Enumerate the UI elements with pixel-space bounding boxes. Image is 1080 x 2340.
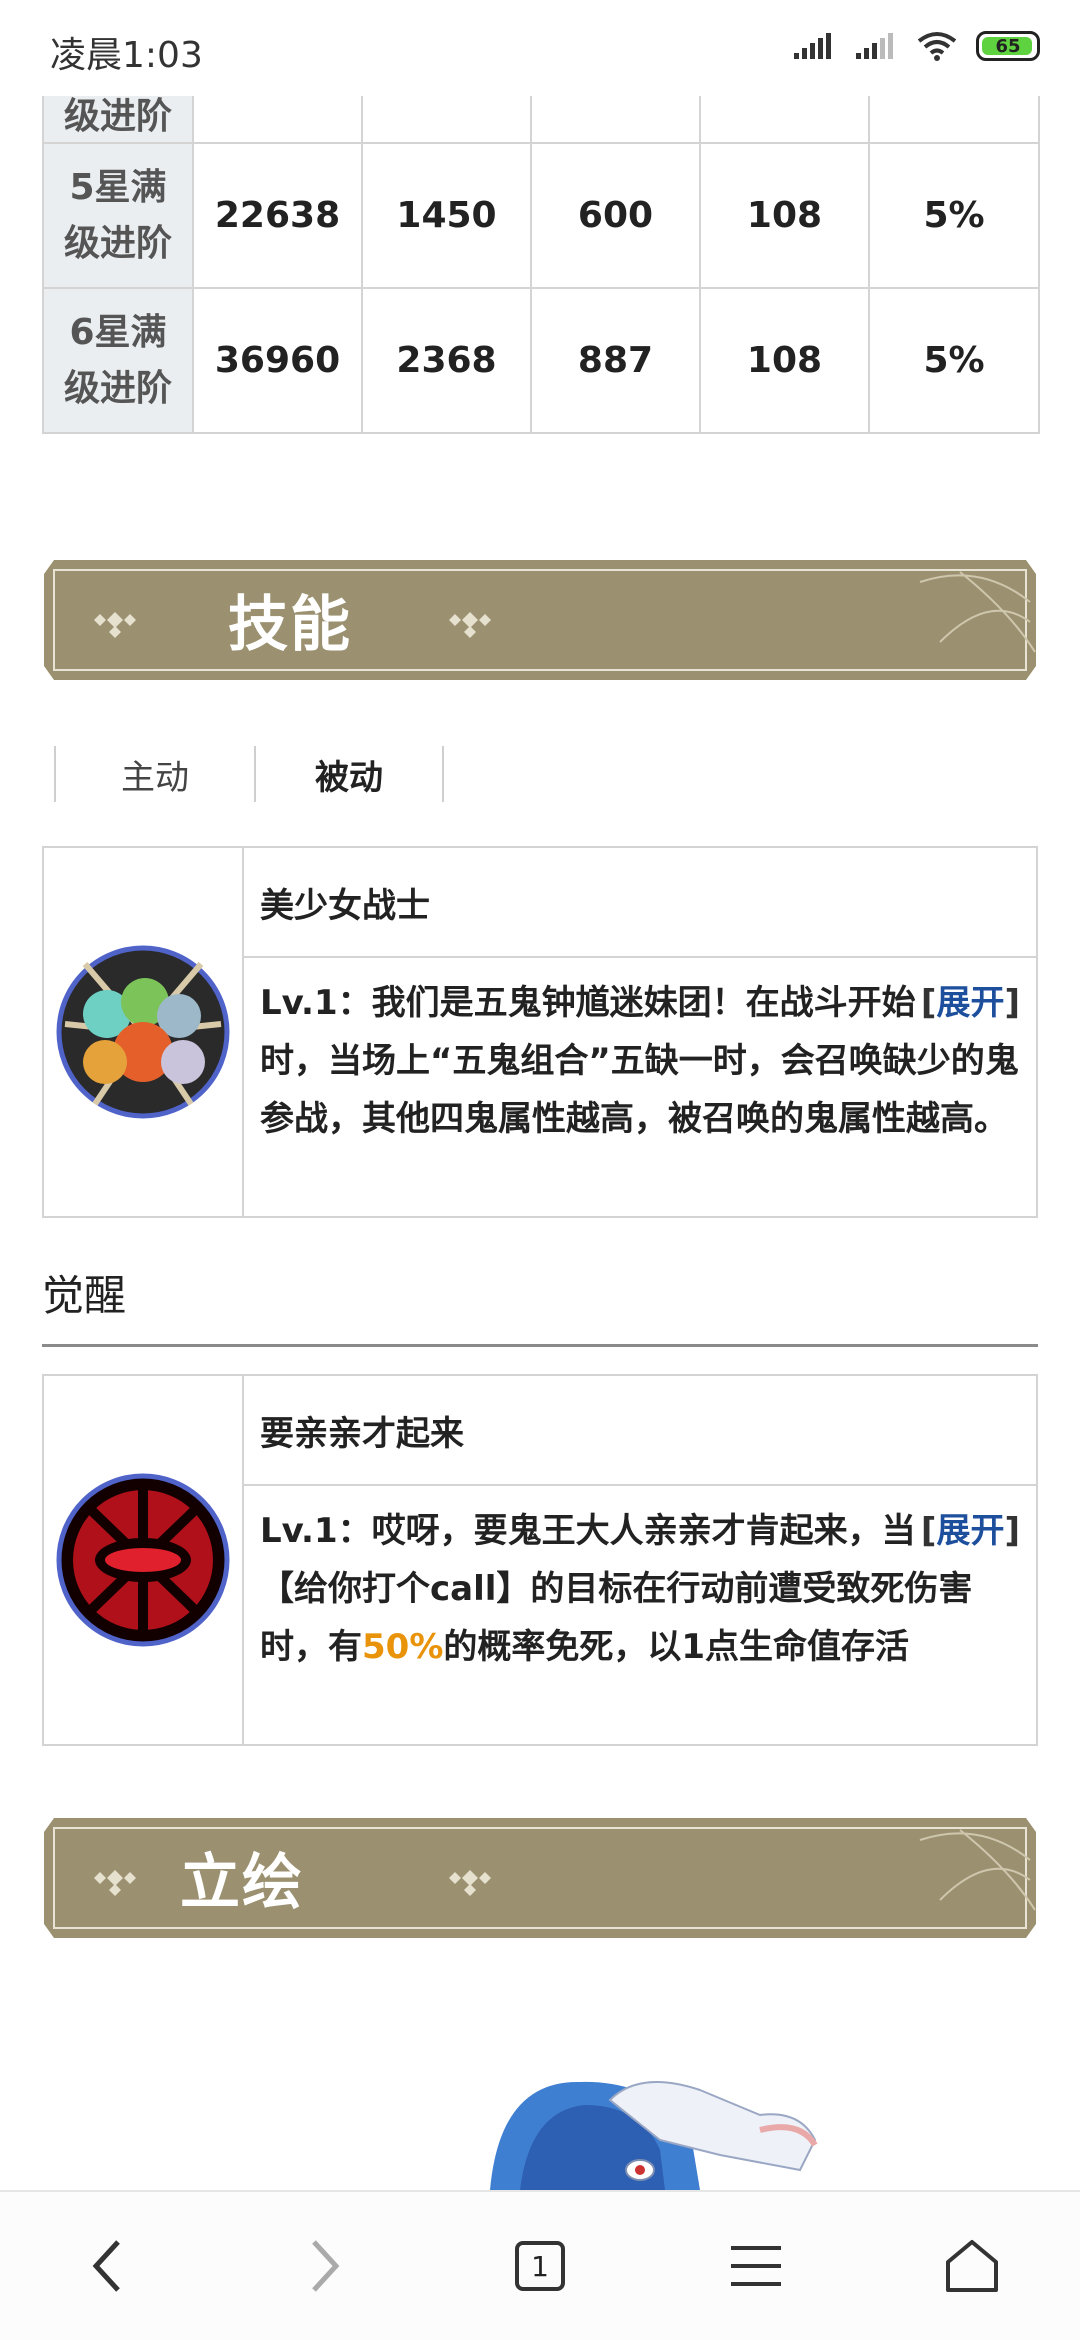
table-cell: 5% (868, 287, 1040, 434)
browser-bottom-nav: 1 (0, 2190, 1080, 2340)
ghost-squad-icon (56, 945, 230, 1119)
expand-link[interactable]: [展开] (921, 1502, 1020, 1560)
awaken-heading: 觉醒 (42, 1271, 127, 1320)
chevron-right-icon (312, 2240, 340, 2292)
skill-card: 美少女战士 [展开] Lv.1：我们是五鬼钟馗迷妹团！在战斗开始时，当场上“五鬼… (42, 846, 1038, 1218)
character-illustration (0, 2060, 1080, 2190)
table-cell: 1450 (361, 142, 532, 289)
signal-icon-secondary (856, 33, 893, 59)
battery-level: 65 (995, 35, 1021, 57)
table-cell: 108 (699, 142, 870, 289)
table-cell: 600 (530, 142, 701, 289)
forward-button[interactable] (269, 2211, 379, 2321)
skill-description: [展开] Lv.1：我们是五鬼钟馗迷妹团！在战斗开始时，当场上“五鬼组合”五缺一… (244, 958, 1036, 1216)
awaken-skill-card: 要亲亲才起来 [展开] Lv.1：哎呀，要鬼王大人亲亲才肯起来，当【给你打个ca… (42, 1374, 1038, 1746)
skill-description: [展开] Lv.1：哎呀，要鬼王大人亲亲才肯起来，当【给你打个call】的目标在… (244, 1486, 1036, 1744)
battery-icon: 65 (976, 31, 1040, 61)
row-label: 5星满 级进阶 (42, 142, 194, 289)
skill-tabs: 主动 被动 (54, 746, 444, 802)
menu-button[interactable] (701, 2211, 811, 2321)
back-button[interactable] (53, 2211, 163, 2321)
tabs-button[interactable]: 1 (485, 2211, 595, 2321)
tab-active-skill[interactable]: 主动 (54, 746, 254, 802)
skill-name: 要亲亲才起来 (244, 1376, 1036, 1486)
signal-icon (794, 33, 831, 59)
home-button[interactable] (917, 2211, 1027, 2321)
row-label: 6星满 级进阶 (42, 287, 194, 434)
skill-description-text: Lv.1：我们是五鬼钟馗迷妹团！在战斗开始时，当场上“五鬼组合”五缺一时，会召唤… (260, 983, 1019, 1139)
status-time: 凌晨1:03 (50, 35, 203, 76)
status-bar: 凌晨1:03 65 (0, 0, 1080, 96)
stats-table: 级进阶 5星满 级进阶 22638 1450 600 108 5% 6星满 级进阶 … (42, 44, 1040, 434)
table-cell: 887 (530, 287, 701, 434)
table-row: 5星满 级进阶 22638 1450 600 108 5% (42, 142, 1040, 289)
skill-name: 美少女战士 (244, 848, 1036, 958)
skills-banner: 技能 (40, 552, 1040, 688)
menu-icon (731, 2246, 781, 2286)
table-cell: 5% (868, 142, 1040, 289)
table-cell: 2368 (361, 287, 532, 434)
highlight-value: 50% (362, 1627, 444, 1667)
section-title: 立绘 (180, 1848, 304, 1918)
banner-frame (44, 560, 1036, 680)
illustration-banner: 立绘 (40, 1810, 1040, 1946)
wifi-icon (917, 32, 957, 61)
table-cell: 22638 (192, 142, 363, 289)
table-row: 6星满 级进阶 36960 2368 887 108 5% (42, 287, 1040, 434)
table-cell: 36960 (192, 287, 363, 434)
tabs-icon: 1 (515, 2241, 565, 2291)
expand-link[interactable]: [展开] (921, 974, 1020, 1032)
section-title: 技能 (228, 590, 352, 660)
lips-icon (56, 1473, 230, 1647)
divider (42, 1344, 1038, 1347)
status-icons: 65 (792, 30, 1040, 62)
chevron-left-icon (92, 2240, 120, 2292)
table-cell: 108 (699, 287, 870, 434)
tab-passive-skill[interactable]: 被动 (254, 746, 444, 802)
skill-icon-cell (44, 1376, 244, 1744)
tab-count: 1 (531, 2249, 549, 2283)
home-icon (946, 2240, 998, 2292)
skill-icon-cell (44, 848, 244, 1216)
